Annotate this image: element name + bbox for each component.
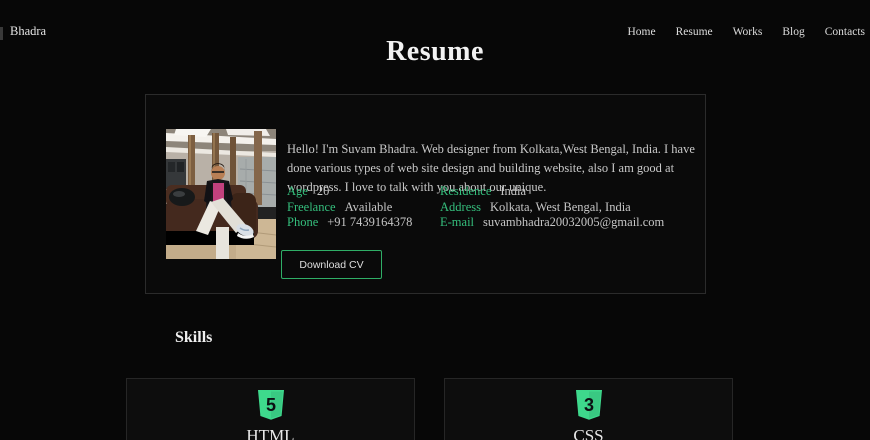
detail-row-age: Age 20 [287,184,412,200]
details-left-column: Age 20 Freelance Available Phone +91 743916… [287,184,412,231]
detail-value: suvambhadra20032005@gmail.com [483,215,664,229]
html5-shield-icon: 5 [257,389,285,422]
detail-row-phone: Phone +91 7439164378 [287,215,412,231]
detail-value: Available [345,200,393,214]
detail-row-email: E-mail suvambhadra20032005@gmail.com [440,215,664,231]
skill-name-css: CSS [573,426,603,440]
detail-row-address: Address Kolkata, West Bengal, India [440,200,664,216]
detail-label: Residence [440,184,491,198]
detail-label: Freelance [287,200,336,214]
skill-name-html: HTML [246,426,294,440]
skills-heading: Skills [175,329,212,347]
page-title: Resume [0,36,870,68]
css3-digit: 3 [583,395,593,415]
skill-card-html: 5 HTML [126,378,415,440]
detail-value: India [500,184,526,198]
skill-card-css: 3 CSS [444,378,733,440]
about-card: Hello! I'm Suvam Bhadra. Web designer fr… [145,94,706,294]
download-cv-button[interactable]: Download CV [281,250,382,279]
detail-value: Kolkata, West Bengal, India [490,200,631,214]
detail-label: Age [287,184,308,198]
details-right-column: Residence India Address Kolkata, West Beng… [440,184,664,231]
portfolio-page: Bhadra Home Resume Works Blog Contacts R… [0,0,870,440]
detail-label: Address [440,200,481,214]
css3-shield-icon: 3 [575,389,603,422]
detail-label: Phone [287,215,318,229]
profile-photo [166,129,276,259]
html5-digit: 5 [265,395,275,415]
detail-value: 20 [317,184,330,198]
detail-value: +91 7439164378 [327,215,412,229]
profile-photo-image [166,129,276,259]
detail-row-freelance: Freelance Available [287,200,412,216]
detail-label: E-mail [440,215,474,229]
detail-row-residence: Residence India [440,184,664,200]
